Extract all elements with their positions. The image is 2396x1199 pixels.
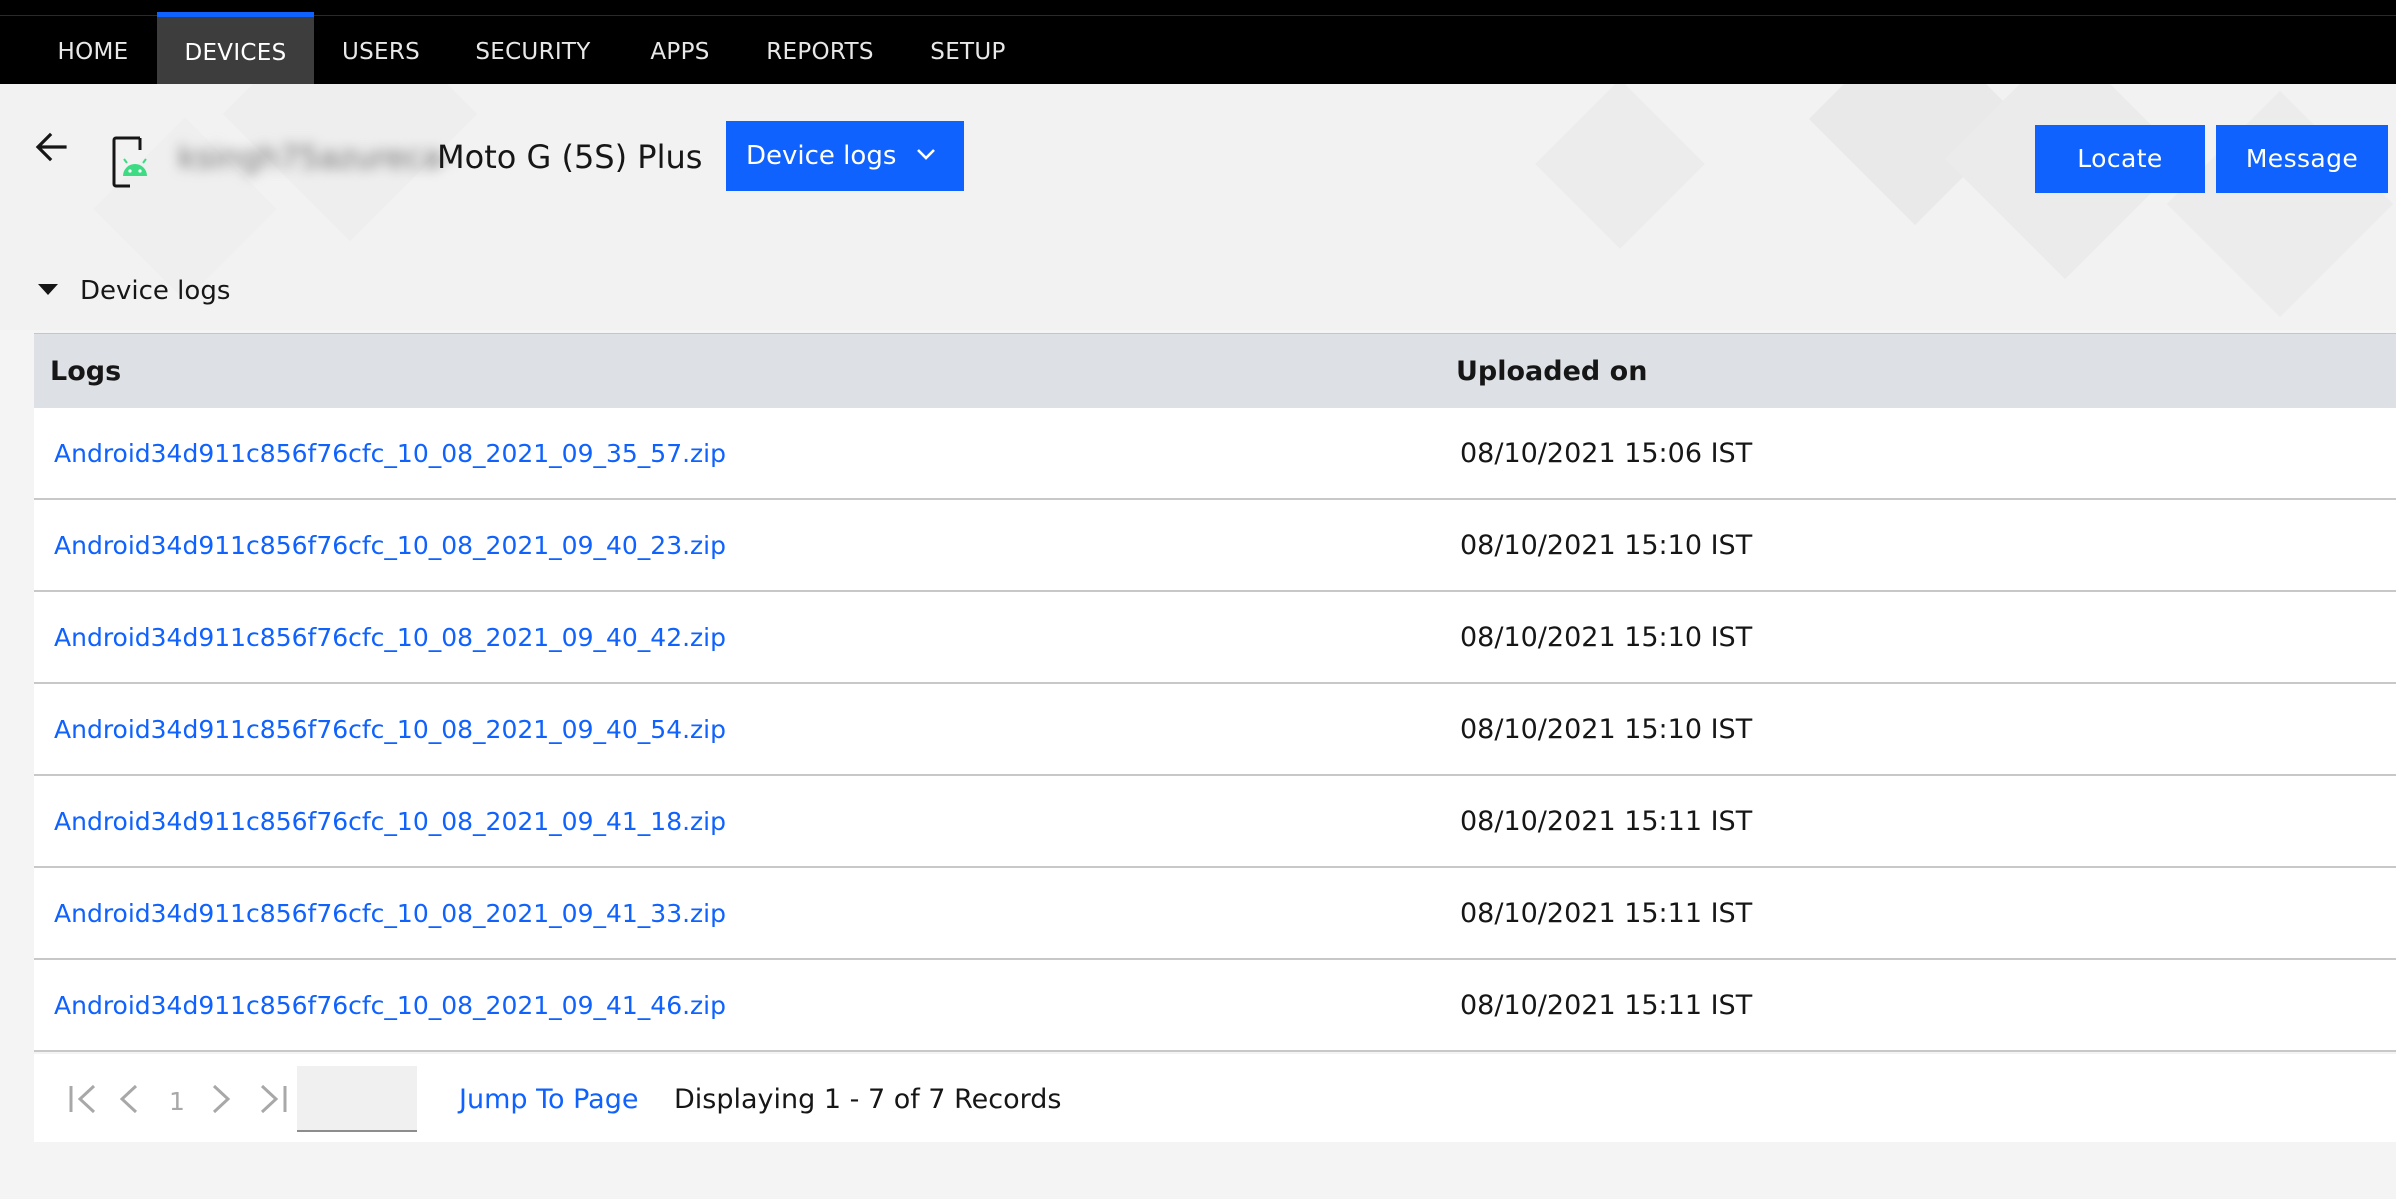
pagination-bar: 1 Jump To Page Displaying 1 - 7 of 7 Rec…	[34, 1054, 2396, 1142]
message-button[interactable]: Message	[2216, 125, 2388, 193]
table-row: Android34d911c856f76cfc_10_08_2021_09_35…	[34, 408, 2396, 500]
arrow-left-icon[interactable]	[34, 130, 68, 164]
section-title: Device logs	[80, 276, 231, 306]
last-page-icon[interactable]	[256, 1082, 290, 1116]
table-row: Android34d911c856f76cfc_10_08_2021_09_41…	[34, 868, 2396, 960]
nav-item-setup[interactable]: SETUP	[914, 12, 1022, 84]
jump-to-page-input[interactable]	[297, 1066, 417, 1132]
log-file-link[interactable]: Android34d911c856f76cfc_10_08_2021_09_41…	[54, 807, 726, 836]
table-row: Android34d911c856f76cfc_10_08_2021_09_40…	[34, 592, 2396, 684]
view-select-dropdown[interactable]: Device logs	[726, 121, 964, 191]
device-name: Moto G (5S) Plus	[437, 138, 703, 176]
table-row: Android34d911c856f76cfc_10_08_2021_09_40…	[34, 684, 2396, 776]
device-header-background	[0, 84, 2396, 330]
column-header-logs[interactable]: Logs	[50, 356, 121, 387]
uploaded-date: 08/10/2021 15:11 IST	[1460, 806, 1753, 837]
nav-item-home[interactable]: HOME	[36, 12, 150, 84]
nav-item-security[interactable]: SECURITY	[462, 12, 604, 84]
caret-down-icon	[38, 284, 58, 295]
records-count-text: Displaying 1 - 7 of 7 Records	[674, 1084, 1062, 1115]
nav-item-devices[interactable]: DEVICES	[157, 12, 314, 84]
decorative-diamond	[1535, 84, 1705, 249]
chevron-down-icon	[917, 149, 935, 160]
log-file-link[interactable]: Android34d911c856f76cfc_10_08_2021_09_41…	[54, 991, 726, 1020]
log-file-link[interactable]: Android34d911c856f76cfc_10_08_2021_09_41…	[54, 899, 726, 928]
log-file-link[interactable]: Android34d911c856f76cfc_10_08_2021_09_40…	[54, 531, 726, 560]
next-page-icon[interactable]	[206, 1082, 234, 1116]
table-row: Android34d911c856f76cfc_10_08_2021_09_41…	[34, 960, 2396, 1052]
uploaded-date: 08/10/2021 15:10 IST	[1460, 714, 1753, 745]
locate-button[interactable]: Locate	[2035, 125, 2205, 193]
log-file-link[interactable]: Android34d911c856f76cfc_10_08_2021_09_40…	[54, 623, 726, 652]
previous-page-icon[interactable]	[116, 1082, 144, 1116]
table-header: Logs Uploaded on	[34, 333, 2396, 408]
table-row: Android34d911c856f76cfc_10_08_2021_09_40…	[34, 500, 2396, 592]
device-owner-redacted: ksingh75azureca-	[178, 140, 453, 176]
log-file-link[interactable]: Android34d911c856f76cfc_10_08_2021_09_40…	[54, 715, 726, 744]
jump-to-page-link[interactable]: Jump To Page	[459, 1084, 638, 1115]
nav-item-apps[interactable]: APPS	[635, 12, 725, 84]
uploaded-date: 08/10/2021 15:06 IST	[1460, 438, 1753, 469]
table-row: Android34d911c856f76cfc_10_08_2021_09_41…	[34, 776, 2396, 868]
android-phone-icon	[112, 136, 147, 188]
uploaded-date: 08/10/2021 15:10 IST	[1460, 622, 1753, 653]
uploaded-date: 08/10/2021 15:11 IST	[1460, 990, 1753, 1021]
nav-item-reports[interactable]: REPORTS	[756, 12, 884, 84]
top-navigation-bar: HOME DEVICES USERS SECURITY APPS REPORTS…	[0, 0, 2396, 84]
uploaded-date: 08/10/2021 15:10 IST	[1460, 530, 1753, 561]
current-page-number: 1	[169, 1087, 185, 1116]
log-file-link[interactable]: Android34d911c856f76cfc_10_08_2021_09_35…	[54, 439, 726, 468]
nav-item-users[interactable]: USERS	[326, 12, 436, 84]
device-logs-table: Logs Uploaded on Android34d911c856f76cfc…	[34, 333, 2396, 1052]
column-header-uploaded-on[interactable]: Uploaded on	[1456, 356, 1647, 387]
uploaded-date: 08/10/2021 15:11 IST	[1460, 898, 1753, 929]
first-page-icon[interactable]	[66, 1082, 100, 1116]
view-select-value: Device logs	[746, 141, 897, 171]
